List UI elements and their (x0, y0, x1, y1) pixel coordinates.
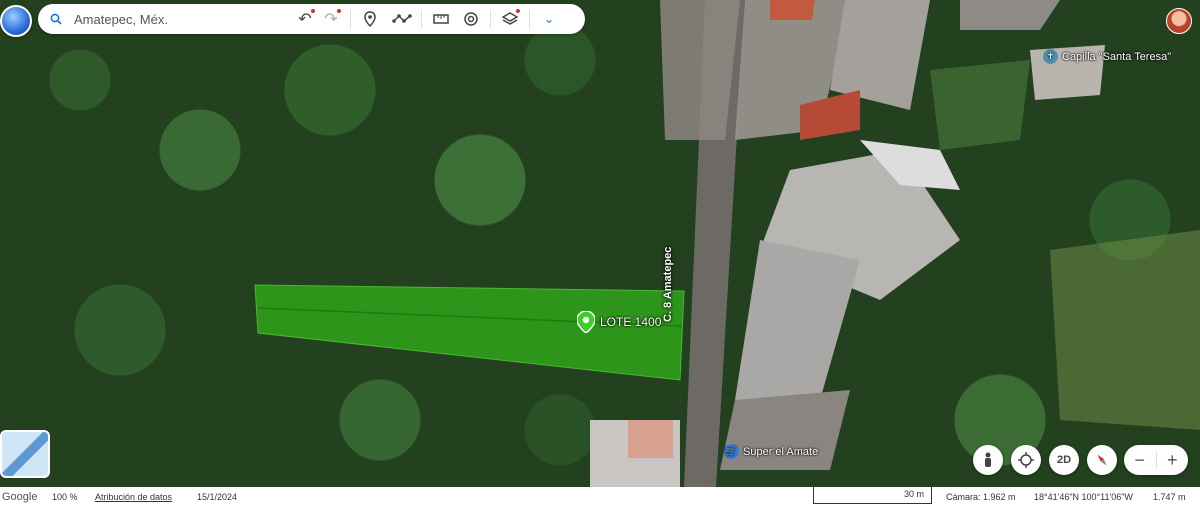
parcel-polygon (254, 284, 685, 381)
redo-icon: ↷ (324, 11, 338, 28)
status-bar: Google 100 % Atribución de datos 15/1/20… (0, 487, 1200, 507)
map-imagery (254, 0, 1200, 487)
redo-button[interactable]: ↷ (318, 6, 344, 32)
chevron-down-icon: ⌄ (543, 12, 555, 26)
zoom-control: − + (1124, 445, 1188, 475)
scale-label: 30 m (904, 489, 925, 499)
zoom-percentage: 100 % (52, 492, 78, 502)
avatar[interactable] (1166, 8, 1192, 34)
poi-super-el-amate[interactable]: 🛒 Super el Amate (724, 444, 818, 459)
map-style-thumbnail[interactable] (0, 430, 50, 478)
undo-icon: ↶ (298, 11, 312, 28)
poi-label: Capilla "Santa Teresa" (1062, 50, 1172, 63)
layers-button[interactable] (497, 6, 523, 32)
search-box (38, 4, 280, 34)
my-location-button[interactable] (1011, 445, 1041, 475)
compass-icon (1097, 454, 1107, 466)
camera-altitude: Cámara: 1.962 m (946, 492, 1016, 502)
coordinates: 18°41'46"N 100°11'06"W (1034, 492, 1133, 502)
map-pin-icon (576, 310, 596, 334)
search-input[interactable] (72, 10, 266, 28)
expand-toolbar-button[interactable]: ⌄ (536, 6, 562, 32)
parcel-label: LOTE 1400 (600, 315, 662, 329)
add-placemark-button[interactable] (357, 6, 383, 32)
data-attribution-link[interactable]: Atribución de datos (95, 492, 172, 502)
church-icon: ✝ (1043, 49, 1058, 64)
add-path-button[interactable] (389, 6, 415, 32)
historical-imagery-button[interactable] (458, 6, 484, 32)
poi-capilla-santa-teresa[interactable]: ✝ Capilla "Santa Teresa" (1043, 49, 1171, 64)
compass-button[interactable] (1087, 445, 1117, 475)
poi-label: Super el Amate (743, 445, 819, 458)
road-label: C. 8 Amatepec (662, 246, 674, 322)
imagery-date: 15/1/2024 (197, 492, 238, 502)
path-icon (392, 14, 412, 23)
google-logo: Google (2, 491, 38, 503)
elevation: 1.747 m (1153, 492, 1186, 502)
zoom-in-button[interactable]: + (1157, 450, 1189, 471)
pegman-button[interactable] (973, 445, 1003, 475)
view-mode-button[interactable]: 2D (1049, 445, 1079, 475)
zoom-out-button[interactable]: − (1124, 450, 1156, 471)
earth-logo-icon[interactable] (0, 5, 32, 37)
shopping-cart-icon: 🛒 (724, 444, 739, 459)
search-icon (50, 13, 62, 25)
pegman-icon (985, 452, 991, 467)
ruler-icon (433, 14, 449, 24)
satellite-map[interactable]: LOTE 1400 C. 8 Amatepec ✝ Capilla "Santa… (0, 0, 1200, 487)
crosshair-icon (1018, 452, 1034, 468)
parcel-marker[interactable] (576, 310, 596, 334)
measure-button[interactable] (428, 6, 454, 32)
undo-button[interactable]: ↶ (292, 6, 318, 32)
placemark-icon (364, 11, 376, 27)
history-icon (464, 12, 478, 26)
top-toolbar: ↶ ↷ ⌄ (38, 4, 585, 34)
layers-icon (502, 12, 518, 25)
